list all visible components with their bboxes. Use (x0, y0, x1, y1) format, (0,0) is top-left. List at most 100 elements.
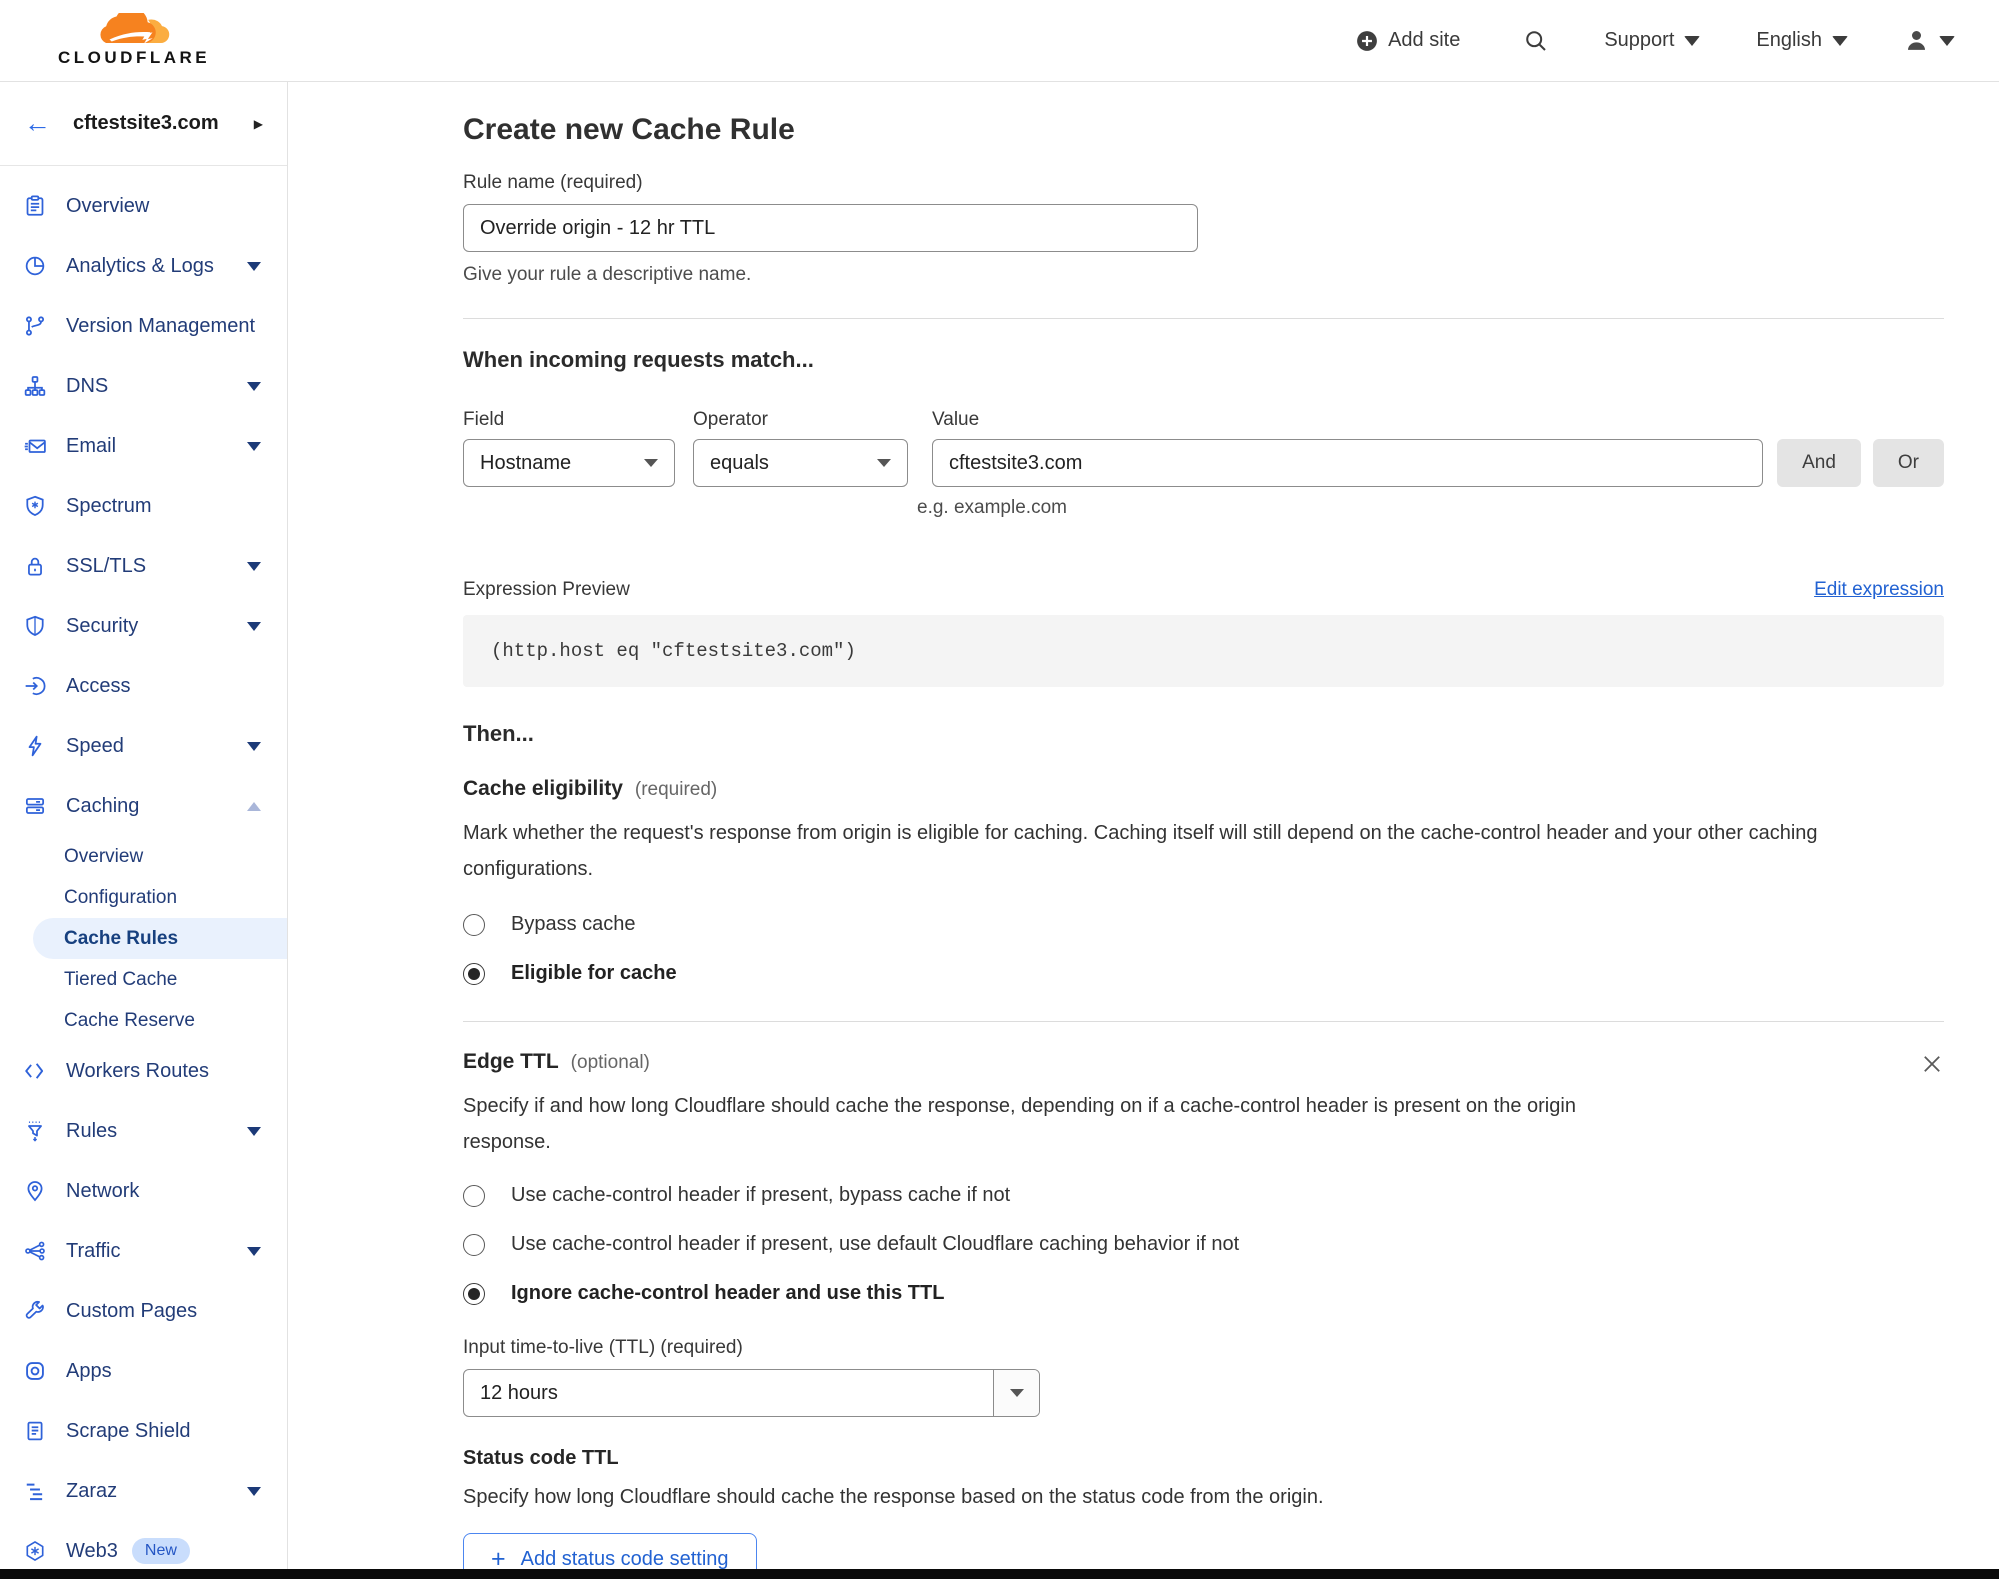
search-button[interactable] (1524, 29, 1548, 53)
sidebar-nav: Overview Analytics & Logs Version Manage… (0, 166, 287, 1579)
field-label: Field (463, 409, 693, 431)
caret-down-icon (247, 442, 261, 451)
sidebar-item-apps[interactable]: Apps (0, 1341, 287, 1401)
sidebar-item-custom-pages[interactable]: Custom Pages (0, 1281, 287, 1341)
radio-unchecked-icon[interactable] (463, 914, 485, 936)
document-icon (24, 1420, 46, 1442)
sidebar-item-spectrum[interactable]: Spectrum (0, 476, 287, 536)
sidebar-subitem-label: Cache Rules (64, 928, 178, 950)
radio-checked-icon[interactable] (463, 1283, 485, 1305)
sidebar-item-ssl-tls[interactable]: SSL/TLS (0, 536, 287, 596)
operator-select-value: equals (710, 452, 769, 475)
envelope-icon (24, 435, 46, 457)
git-branch-icon (24, 315, 46, 337)
sidebar-subitem-tiered-cache[interactable]: Tiered Cache (0, 959, 287, 1000)
cloudflare-wordmark: CLOUDFLARE (58, 48, 210, 68)
cloudflare-logo[interactable]: CLOUDFLARE (58, 13, 210, 68)
close-icon[interactable] (1920, 1052, 1944, 1076)
sidebar-item-label: Email (66, 435, 116, 458)
sidebar-item-security[interactable]: Security (0, 596, 287, 656)
sidebar-item-email[interactable]: Email (0, 416, 287, 476)
caret-up-icon (247, 802, 261, 811)
operator-select[interactable]: equals (693, 439, 908, 487)
back-arrow-icon[interactable]: ← (24, 110, 51, 137)
user-icon (1904, 28, 1929, 53)
add-site-label: Add site (1388, 29, 1460, 52)
cloudflare-cloud-icon (95, 13, 173, 47)
plus-circle-icon (1356, 30, 1378, 52)
eligible-for-cache-radio[interactable]: Eligible for cache (463, 962, 1944, 985)
rule-name-input[interactable] (463, 204, 1198, 252)
match-heading: When incoming requests match... (463, 347, 1944, 373)
sidebar-item-access[interactable]: Access (0, 656, 287, 716)
status-code-ttl-description: Specify how long Cloudflare should cache… (463, 1486, 1944, 1509)
sidebar-item-label: Speed (66, 735, 124, 758)
search-icon (1524, 29, 1548, 53)
add-status-code-label: Add status code setting (521, 1548, 729, 1570)
sidebar-subitem-caching-configuration[interactable]: Configuration (0, 877, 287, 918)
funnel-icon (24, 1120, 46, 1142)
or-button[interactable]: Or (1873, 439, 1944, 487)
optional-tag: (optional) (571, 1052, 650, 1074)
and-button[interactable]: And (1777, 439, 1861, 487)
location-pin-icon (24, 1180, 46, 1202)
add-site-button[interactable]: Add site (1356, 29, 1460, 52)
sidebar-item-rules[interactable]: Rules (0, 1101, 287, 1161)
status-code-ttl-heading: Status code TTL (463, 1447, 1944, 1470)
sidebar-item-analytics-logs[interactable]: Analytics & Logs (0, 236, 287, 296)
radio-unchecked-icon[interactable] (463, 1234, 485, 1256)
ttl-select[interactable]: 12 hours (463, 1369, 1040, 1417)
ttl-select-arrow[interactable] (993, 1370, 1039, 1416)
value-label: Value (932, 409, 1944, 431)
sidebar-item-speed[interactable]: Speed (0, 716, 287, 776)
sidebar-item-label: Custom Pages (66, 1300, 197, 1323)
sidebar-item-caching[interactable]: Caching (0, 776, 287, 836)
field-select[interactable]: Hostname (463, 439, 675, 487)
chevron-right-icon[interactable]: ▶ (254, 117, 263, 131)
account-menu[interactable] (1904, 28, 1955, 53)
sidebar-item-version-management[interactable]: Version Management (0, 296, 287, 356)
sidebar-item-label: Network (66, 1180, 139, 1203)
access-icon (24, 675, 46, 697)
top-header: CLOUDFLARE Add site Support English (0, 0, 1999, 82)
caret-down-icon (1684, 36, 1700, 46)
expression-preview-label: Expression Preview (463, 579, 630, 601)
edge-ttl-option-default-radio[interactable]: Use cache-control header if present, use… (463, 1233, 1944, 1256)
sidebar-item-label: Web3 (66, 1540, 118, 1563)
sidebar-item-zaraz[interactable]: Zaraz (0, 1461, 287, 1521)
sidebar-item-traffic[interactable]: Traffic (0, 1221, 287, 1281)
edge-ttl-option-ignore-radio[interactable]: Ignore cache-control header and use this… (463, 1282, 1944, 1305)
sidebar-item-workers-routes[interactable]: Workers Routes (0, 1041, 287, 1101)
value-input[interactable] (932, 439, 1763, 487)
sidebar-subitem-cache-reserve[interactable]: Cache Reserve (0, 1000, 287, 1041)
add-status-code-button[interactable]: + Add status code setting (463, 1533, 757, 1569)
ttl-input-label: Input time-to-live (TTL) (required) (463, 1337, 1944, 1359)
sidebar-item-overview[interactable]: Overview (0, 176, 287, 236)
caret-down-icon (247, 562, 261, 571)
edge-ttl-option-label: Use cache-control header if present, use… (511, 1233, 1239, 1256)
caret-down-icon (644, 459, 658, 467)
language-menu[interactable]: English (1756, 29, 1848, 52)
edge-ttl-description: Specify if and how long Cloudflare shoul… (463, 1088, 1653, 1160)
sidebar-item-dns[interactable]: DNS (0, 356, 287, 416)
divider (463, 1021, 1944, 1022)
sidebar-subitem-label: Configuration (64, 887, 177, 909)
sidebar-subitem-caching-overview[interactable]: Overview (0, 836, 287, 877)
caret-down-icon (1939, 36, 1955, 46)
sidebar-item-label: Scrape Shield (66, 1420, 191, 1443)
site-name: cftestsite3.com (73, 112, 219, 135)
sidebar-item-scrape-shield[interactable]: Scrape Shield (0, 1401, 287, 1461)
radio-checked-icon[interactable] (463, 963, 485, 985)
sidebar-item-network[interactable]: Network (0, 1161, 287, 1221)
radio-unchecked-icon[interactable] (463, 1185, 485, 1207)
page-title: Create new Cache Rule (463, 112, 1944, 148)
caret-down-icon (247, 1487, 261, 1496)
edge-ttl-option-bypass-radio[interactable]: Use cache-control header if present, byp… (463, 1184, 1944, 1207)
clipboard-icon (24, 195, 46, 217)
edit-expression-link[interactable]: Edit expression (1814, 579, 1944, 601)
sidebar-item-label: Spectrum (66, 495, 152, 518)
eligible-for-cache-label: Eligible for cache (511, 962, 677, 985)
sidebar-subitem-cache-rules[interactable]: Cache Rules (33, 918, 287, 959)
support-menu[interactable]: Support (1604, 29, 1700, 52)
bypass-cache-radio[interactable]: Bypass cache (463, 913, 1944, 936)
